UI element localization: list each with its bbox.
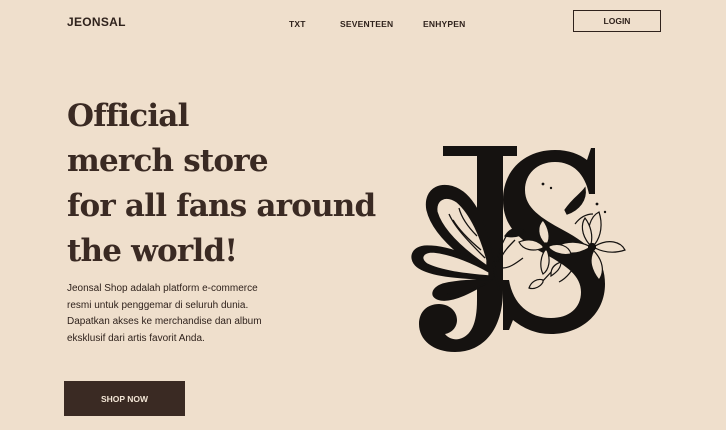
- hero-description: Jeonsal Shop adalah platform e-commerce …: [67, 281, 287, 347]
- hero-description-line: Jeonsal Shop adalah platform e-commerce: [67, 283, 258, 294]
- hero-description-line: resmi untuk penggemar di seluruh dunia.: [67, 299, 249, 311]
- nav-link-enhypen[interactable]: ENHYPEN: [423, 19, 466, 29]
- hero-description-line: Dapatkan akses ke merchandise dan album: [67, 316, 262, 327]
- js-monogram-logo: [411, 146, 626, 352]
- shop-now-button[interactable]: SHOP NOW: [64, 381, 185, 416]
- nav-link-txt[interactable]: TXT: [289, 19, 306, 29]
- top-nav: JEONSAL TXT SEVENTEEN ENHYPEN LOGIN: [0, 0, 726, 48]
- nav-link-seventeen[interactable]: SEVENTEEN: [340, 19, 393, 29]
- hero-title-line: for all fans around: [67, 188, 376, 224]
- brand-logo-text[interactable]: JEONSAL: [67, 15, 126, 29]
- hero-title-line: merch store: [67, 143, 269, 179]
- hero-title-line: Official: [67, 98, 189, 134]
- hero-title: Official merch store for all fans around…: [67, 94, 397, 274]
- hero-title-line: the world!: [67, 233, 238, 269]
- login-button[interactable]: LOGIN: [573, 10, 661, 32]
- hero-description-line: eksklusif dari artis favorit Anda.: [67, 332, 205, 344]
